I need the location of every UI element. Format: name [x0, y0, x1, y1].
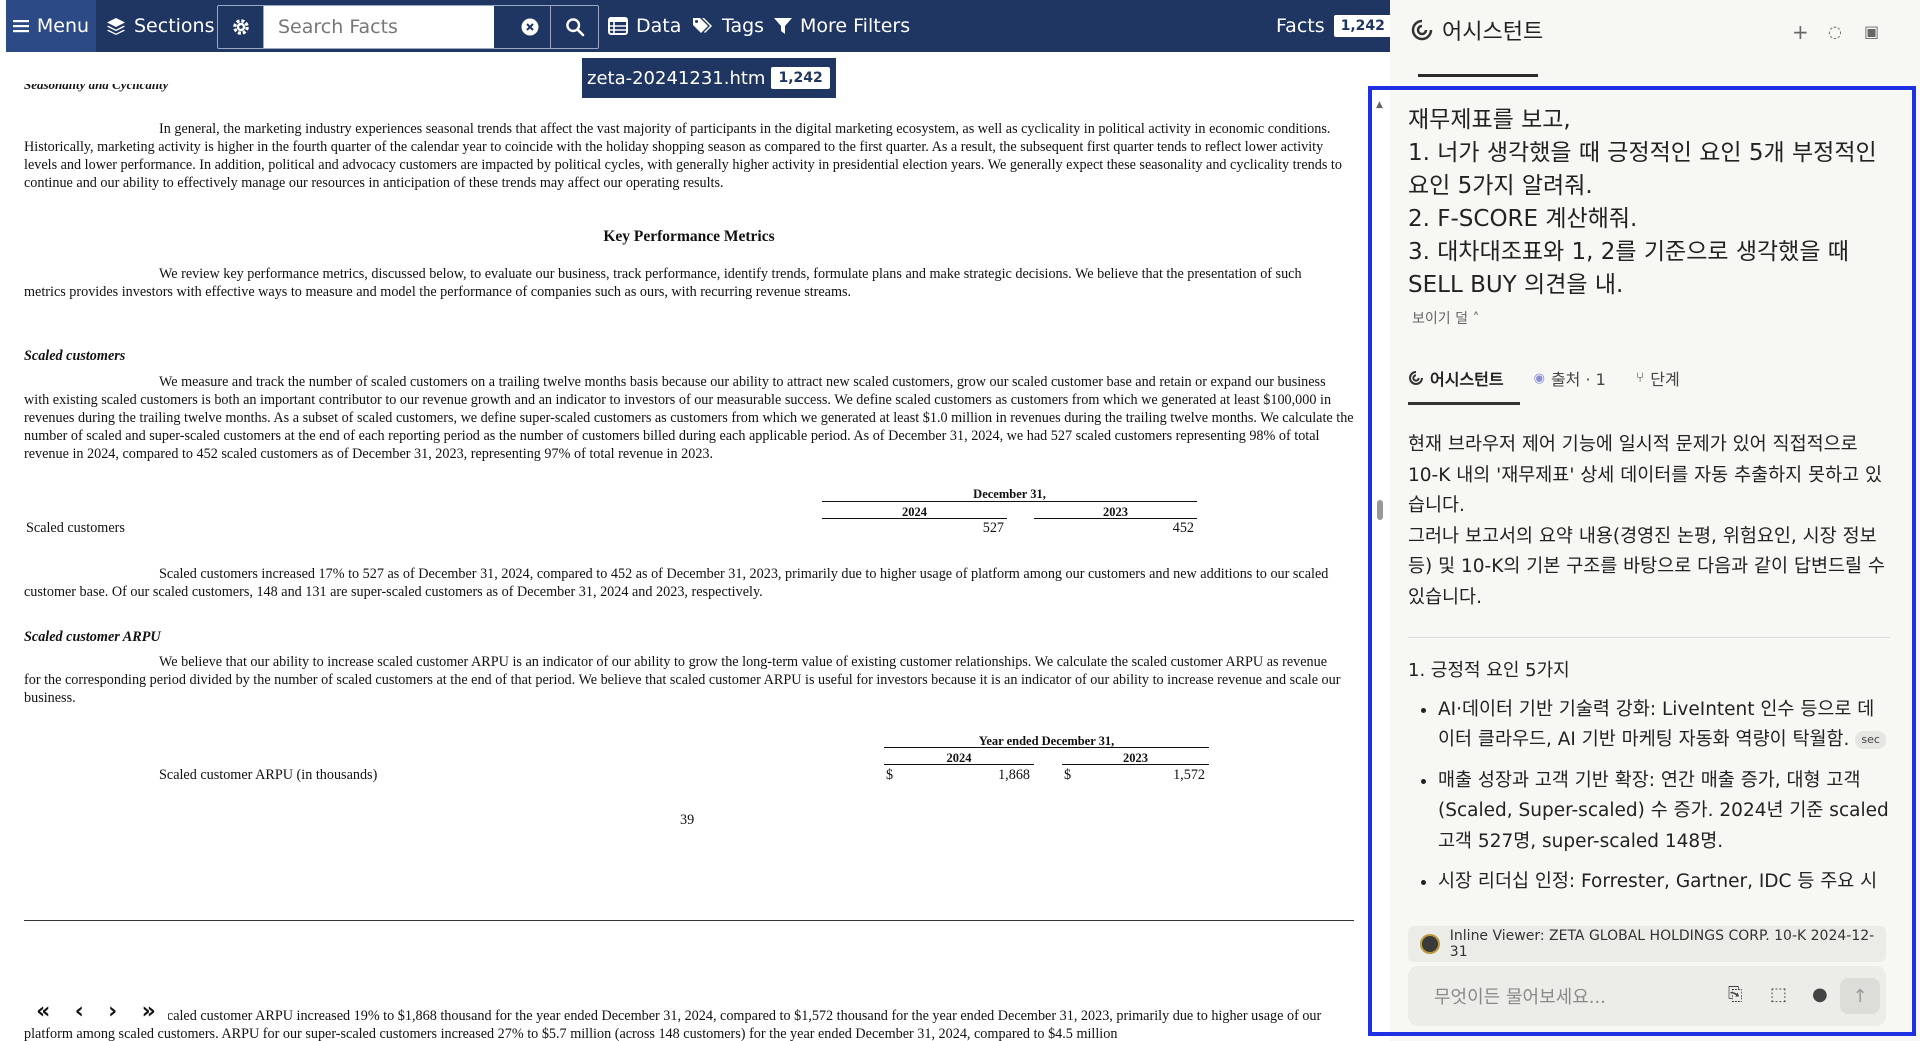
kpm-paragraph: We review key performance metrics, discu…: [24, 266, 1302, 300]
assistant-title: 어시스턴트: [1442, 20, 1544, 45]
previous-page-icon[interactable]: ‹: [75, 999, 84, 1024]
sidebar-toggle-icon[interactable]: ▣: [1864, 22, 1879, 41]
section-heading-seasonality: Seasonality and Cyclicality: [24, 77, 169, 92]
facts-counter[interactable]: Facts 1,242: [1276, 0, 1390, 52]
currency-symbol: $: [886, 767, 894, 783]
file-tab[interactable]: zeta-20241231.htm 1,242: [582, 58, 836, 98]
table-value-2023: 452: [1172, 520, 1194, 536]
data-label: Data: [636, 15, 682, 37]
file-count-badge: 1,242: [771, 67, 830, 89]
facts-label: Facts: [1276, 15, 1325, 37]
menu-button[interactable]: Menu: [6, 0, 96, 52]
page-number: 39: [680, 812, 695, 828]
layers-icon: [107, 18, 125, 35]
clear-search-button[interactable]: [510, 6, 551, 48]
next-page-icon[interactable]: ›: [108, 999, 117, 1024]
incognito-icon[interactable]: ◌: [1828, 22, 1842, 41]
close-circle-icon: [521, 18, 539, 36]
first-page-icon[interactable]: «: [36, 999, 50, 1024]
scaled-increase-paragraph: Scaled customers increased 17% to 527 as…: [24, 566, 1329, 600]
more-filters-button[interactable]: More Filters: [774, 0, 910, 52]
sections-label: Sections: [134, 15, 215, 37]
table-value-2024: 527: [982, 520, 1004, 536]
search-facts-input[interactable]: [264, 6, 494, 48]
table-value-2024: 1,868: [998, 767, 1030, 783]
search-settings-button[interactable]: [218, 6, 264, 48]
page-navigation: « ‹ › »: [24, 995, 168, 1027]
table-rule: [884, 764, 1034, 765]
arpu-increase-paragraph: Scaled customer ARPU increased 19% to $1…: [24, 1008, 1322, 1041]
data-button[interactable]: Data: [608, 0, 681, 52]
sections-button[interactable]: Sections: [106, 0, 215, 52]
more-filters-label: More Filters: [800, 15, 911, 37]
search-box: [217, 5, 599, 49]
table-rule: [822, 501, 1197, 502]
tab-underline: [1418, 74, 1538, 77]
hamburger-icon: [12, 20, 29, 33]
tags-label: Tags: [722, 15, 765, 37]
kpm-heading: Key Performance Metrics: [603, 228, 775, 245]
gear-icon: [232, 19, 249, 35]
scaled-customers-paragraph: We measure and track the number of scale…: [24, 374, 1354, 462]
search-icon: [565, 18, 584, 37]
menu-label: Menu: [36, 15, 90, 37]
filter-icon: [774, 18, 792, 34]
viewer-toolbar: Menu Sections Data Tags: [6, 0, 1390, 52]
focus-highlight-frame: [1368, 86, 1916, 1036]
assistant-logo-icon: [1411, 19, 1433, 41]
currency-symbol: $: [1064, 767, 1072, 783]
panel-scrollbar[interactable]: ▲: [1374, 100, 1386, 540]
new-chat-icon[interactable]: +: [1792, 20, 1809, 44]
arpu-paragraph: We believe that our ability to increase …: [24, 654, 1341, 706]
document-viewer: Seasonality and Cyclicality In general, …: [0, 0, 1390, 1041]
table-rule: [1062, 764, 1209, 765]
last-page-icon[interactable]: »: [142, 999, 156, 1024]
scaled-customers-heading: Scaled customers: [24, 348, 126, 364]
table-rule: [884, 747, 1209, 748]
table-icon: [608, 17, 628, 35]
arpu-heading: Scaled customer ARPU: [24, 629, 161, 645]
table-row-label: Scaled customer ARPU (in thousands): [159, 767, 378, 783]
search-button[interactable]: [552, 6, 597, 48]
assistant-panel: 어시스턴트 + ◌ ▣ 재무제표를 보고, 1. 너가 생각했을 때 긍정적인 …: [1368, 0, 1920, 1041]
tags-icon: [693, 18, 712, 33]
file-name: zeta-20241231.htm: [587, 67, 766, 89]
page-break-rule: [24, 920, 1354, 921]
facts-count-badge: 1,242: [1333, 15, 1390, 37]
tags-button[interactable]: Tags: [692, 0, 764, 52]
table-row-label: Scaled customers: [26, 520, 125, 536]
table-value-2023: 1,572: [1173, 767, 1205, 783]
assistant-header: 어시스턴트 + ◌ ▣: [1390, 0, 1920, 62]
seasonality-paragraph: In general, the marketing industry exper…: [24, 121, 1342, 191]
